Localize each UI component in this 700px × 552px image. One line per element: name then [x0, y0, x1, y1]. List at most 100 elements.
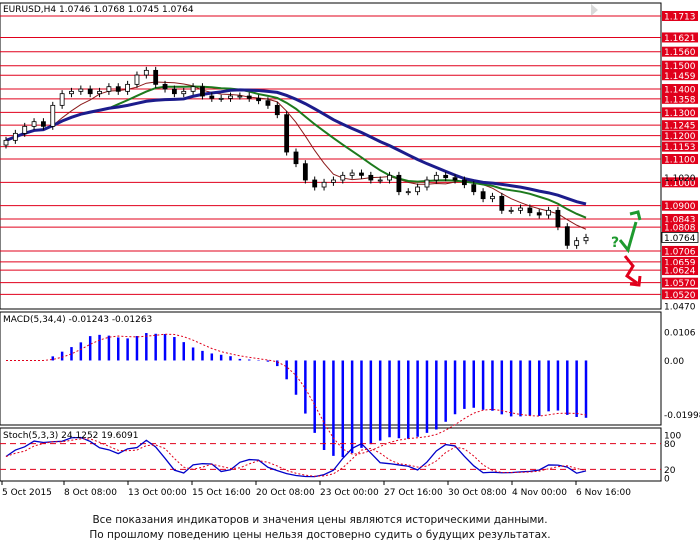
candle-body: [443, 174, 449, 179]
chart-root: 0.01060.00-0.01998 10080200 1.17131.1621…: [0, 2, 700, 498]
price-axis-label: 1.0624: [664, 267, 696, 277]
candle-body: [396, 174, 402, 193]
down-arrow-icon: [623, 255, 638, 285]
candle-body: [228, 95, 233, 99]
time-axis-label: 8 Oct 08:00: [64, 488, 117, 498]
question-mark: ?: [611, 235, 619, 251]
candle-body: [218, 97, 224, 100]
candle-body: [452, 177, 458, 181]
time-axis-label: 20 Oct 08:00: [256, 488, 315, 498]
stoch-main-line: [5, 436, 587, 478]
candlesticks: [3, 66, 589, 249]
candle-body: [583, 237, 589, 242]
price-axis-label: 1.1020: [664, 174, 696, 184]
disclaimer: Все показания индикаторов и значения цен…: [0, 513, 640, 543]
price-axis-label: 1.0520: [664, 291, 696, 301]
time-axis-label: 23 Oct 00:00: [320, 488, 379, 498]
macd-axis-label: -0.01998: [664, 411, 700, 421]
price-axis-label: 1.1100: [664, 156, 696, 166]
candle-body: [564, 226, 570, 246]
disclaimer-line-2: По прошлому поведению цены нельзя достов…: [89, 529, 551, 541]
price-axis-label: 1.1621: [664, 34, 696, 44]
price-axis-label: 1.1200: [664, 132, 696, 142]
candle-body: [293, 151, 299, 165]
price-axis-label: 1.1560: [664, 48, 696, 58]
time-axis-label: 30 Oct 08:00: [448, 488, 507, 498]
time-axis-label: 5 Oct 2015: [2, 488, 52, 498]
candle-body: [97, 90, 102, 95]
price-axis-label: 1.1300: [664, 109, 696, 119]
price-axis-label: 1.0706: [664, 247, 696, 257]
candle-body: [480, 191, 486, 200]
time-axis-label: 27 Oct 16:00: [384, 488, 443, 498]
candle-body: [78, 88, 84, 92]
price-axis-label: 1.1153: [664, 143, 696, 153]
candle-body: [518, 207, 523, 211]
time-axis-label: 13 Oct 00:00: [128, 488, 187, 498]
candle-body: [246, 95, 252, 99]
candle-body: [209, 95, 215, 99]
candle-body: [87, 88, 93, 95]
candle-body: [340, 174, 346, 181]
candle-body: [471, 184, 477, 193]
candle-body: [200, 86, 205, 97]
price-panel-title: EURUSD,H4 1.0746 1.0768 1.0745 1.0764: [3, 5, 194, 15]
candle-body: [574, 240, 580, 246]
candle-body: [50, 104, 56, 127]
price-panel-frame: [0, 2, 662, 310]
candle-body: [153, 69, 159, 85]
candle-body: [368, 174, 374, 181]
candle-body: [190, 86, 196, 92]
candle-body: [265, 100, 271, 106]
candle-body: [546, 209, 551, 216]
candle-body: [69, 90, 74, 95]
candle-body: [256, 97, 261, 102]
candle-body: [3, 139, 9, 146]
price-axis-label: 1.1358: [664, 95, 696, 105]
candle-body: [415, 186, 421, 193]
macd-axis-label: 0.00: [664, 357, 684, 367]
candle-body: [302, 163, 308, 181]
candle-body: [162, 83, 168, 90]
candle-body: [490, 195, 495, 200]
time-axis-label: 4 Nov 00:00: [512, 488, 567, 498]
candle-body: [237, 95, 243, 98]
stoch-panel-title: Stoch(5,3,3) 24.1252 19.6091: [3, 431, 138, 441]
candle-body: [433, 174, 439, 181]
price-axis-label: 1.0470: [664, 303, 696, 313]
candle-body: [31, 121, 37, 127]
candle-body: [555, 209, 561, 228]
candle-body: [499, 195, 505, 211]
candle-body: [377, 179, 383, 182]
candle-body: [331, 179, 336, 183]
candle-body: [22, 125, 28, 134]
forecast-annotation: ?: [611, 210, 642, 287]
price-axis-label: 1.1459: [664, 72, 696, 82]
up-arrow-icon: [618, 221, 638, 254]
candle-body: [312, 179, 318, 188]
candle-body: [424, 179, 430, 188]
scroll-marker-icon: [591, 4, 598, 16]
candle-body: [12, 132, 18, 141]
candle-body: [181, 90, 187, 95]
candle-body: [387, 174, 392, 181]
current-price-label: 1.0764: [664, 234, 696, 244]
candle-body: [171, 88, 177, 95]
candle-body: [527, 207, 533, 214]
stoch-signal-line: [5, 438, 587, 477]
ohlc-values: 1.0746 1.0768 1.0745 1.0764: [59, 5, 194, 15]
price-axis-labels: 1.17131.16211.15601.15001.14591.14001.13…: [661, 11, 699, 313]
stoch-axis-label: 0: [664, 475, 670, 485]
candle-body: [321, 181, 327, 188]
disclaimer-line-1: Все показания индикаторов и значения цен…: [92, 514, 548, 526]
price-axis-label: 1.1713: [664, 13, 696, 23]
candle-body: [125, 83, 131, 92]
time-axis-labels: 5 Oct 2015 8 Oct 08:00 13 Oct 00:00 15 Oct …: [1, 481, 631, 498]
candle-body: [59, 93, 65, 106]
candle-body: [115, 86, 121, 92]
candle-body: [284, 114, 290, 153]
candle-body: [461, 179, 467, 186]
candle-body: [405, 191, 411, 194]
macd-panel-title: MACD(5,34,4) -0.01243 -0.01263: [3, 315, 152, 325]
candle-body: [106, 86, 112, 92]
